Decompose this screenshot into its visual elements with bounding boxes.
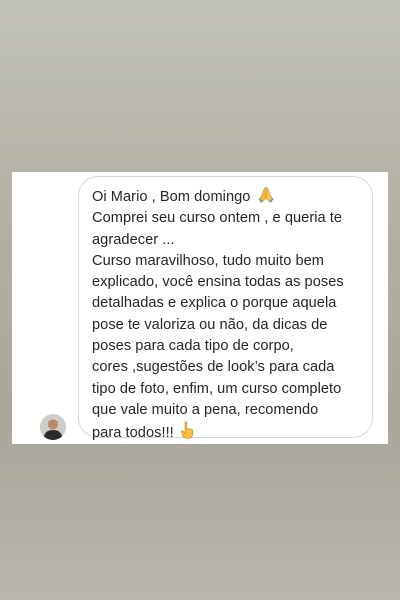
- message-line: poses para cada tipo de corpo,: [92, 338, 294, 355]
- message-line: que vale muito a pena, recomendo: [92, 401, 319, 418]
- message-line-greeting: Oi Mario , Bom domingo: [92, 186, 362, 208]
- message-line: explicado, você ensina todas as poses: [92, 274, 344, 291]
- message-bubble[interactable]: Oi Mario , Bom domingo Comprei seu curso…: [78, 176, 373, 441]
- message-line: Curso maravilhoso, tudo muito bem: [92, 252, 325, 269]
- greeting-text: Oi Mario , Bom domingo: [92, 189, 251, 205]
- message-line: tipo de foto, enfim, um curso completo: [92, 380, 342, 397]
- message-line: detalhadas e explica o porque aquela: [92, 295, 337, 312]
- message-line: pose te valoriza ou não, da dicas de: [92, 316, 328, 333]
- message-card: Oi Mario , Bom domingo Comprei seu curso…: [12, 172, 388, 444]
- folded-hands-icon: [257, 186, 275, 203]
- sender-avatar[interactable]: [40, 414, 66, 440]
- message-line: Comprei seu curso ontem , e queria te: [92, 210, 343, 227]
- message-line: cores ,sugestões de look’s para cada: [92, 359, 335, 376]
- message-line-closing: para todos!!!: [92, 421, 362, 444]
- pointing-finger-icon: [180, 421, 194, 439]
- avatar-image: [40, 414, 66, 440]
- closing-text: para todos!!!: [92, 425, 174, 442]
- message-line: agradecer ...: [92, 231, 175, 248]
